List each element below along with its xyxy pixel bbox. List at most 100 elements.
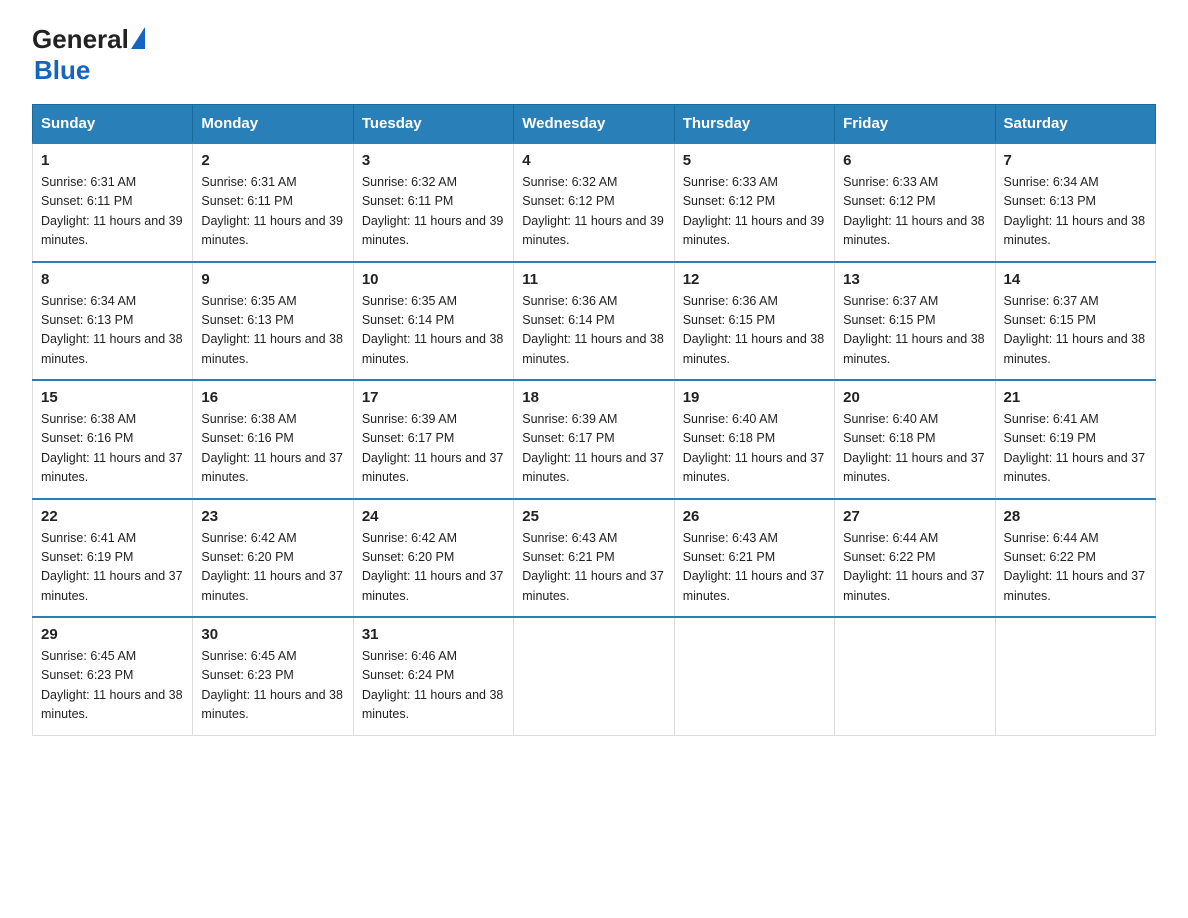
calendar-cell: 14 Sunrise: 6:37 AMSunset: 6:15 PMDaylig…	[995, 262, 1155, 381]
logo-general: General	[32, 24, 129, 55]
calendar-week-row: 15 Sunrise: 6:38 AMSunset: 6:16 PMDaylig…	[33, 380, 1156, 499]
day-number: 30	[201, 626, 344, 643]
calendar-cell	[995, 617, 1155, 735]
calendar-cell: 9 Sunrise: 6:35 AMSunset: 6:13 PMDayligh…	[193, 262, 353, 381]
calendar-cell: 15 Sunrise: 6:38 AMSunset: 6:16 PMDaylig…	[33, 380, 193, 499]
calendar-cell: 24 Sunrise: 6:42 AMSunset: 6:20 PMDaylig…	[353, 499, 513, 618]
calendar-week-row: 8 Sunrise: 6:34 AMSunset: 6:13 PMDayligh…	[33, 262, 1156, 381]
day-info: Sunrise: 6:40 AMSunset: 6:18 PMDaylight:…	[683, 412, 825, 484]
calendar-cell: 19 Sunrise: 6:40 AMSunset: 6:18 PMDaylig…	[674, 380, 834, 499]
calendar-cell: 31 Sunrise: 6:46 AMSunset: 6:24 PMDaylig…	[353, 617, 513, 735]
day-number: 18	[522, 389, 665, 406]
day-info: Sunrise: 6:32 AMSunset: 6:12 PMDaylight:…	[522, 175, 664, 247]
day-info: Sunrise: 6:34 AMSunset: 6:13 PMDaylight:…	[41, 294, 183, 366]
day-info: Sunrise: 6:38 AMSunset: 6:16 PMDaylight:…	[41, 412, 183, 484]
day-info: Sunrise: 6:37 AMSunset: 6:15 PMDaylight:…	[1004, 294, 1146, 366]
calendar-cell: 12 Sunrise: 6:36 AMSunset: 6:15 PMDaylig…	[674, 262, 834, 381]
calendar-cell: 1 Sunrise: 6:31 AMSunset: 6:11 PMDayligh…	[33, 143, 193, 262]
day-number: 9	[201, 271, 344, 288]
weekday-header-thursday: Thursday	[674, 105, 834, 144]
day-info: Sunrise: 6:39 AMSunset: 6:17 PMDaylight:…	[522, 412, 664, 484]
day-info: Sunrise: 6:41 AMSunset: 6:19 PMDaylight:…	[1004, 412, 1146, 484]
day-info: Sunrise: 6:43 AMSunset: 6:21 PMDaylight:…	[683, 531, 825, 603]
calendar-cell: 30 Sunrise: 6:45 AMSunset: 6:23 PMDaylig…	[193, 617, 353, 735]
calendar-cell	[514, 617, 674, 735]
calendar-cell	[674, 617, 834, 735]
calendar-cell: 8 Sunrise: 6:34 AMSunset: 6:13 PMDayligh…	[33, 262, 193, 381]
day-info: Sunrise: 6:45 AMSunset: 6:23 PMDaylight:…	[201, 649, 343, 721]
calendar-cell: 11 Sunrise: 6:36 AMSunset: 6:14 PMDaylig…	[514, 262, 674, 381]
day-number: 24	[362, 508, 505, 525]
day-info: Sunrise: 6:42 AMSunset: 6:20 PMDaylight:…	[362, 531, 504, 603]
day-info: Sunrise: 6:37 AMSunset: 6:15 PMDaylight:…	[843, 294, 985, 366]
calendar-cell: 27 Sunrise: 6:44 AMSunset: 6:22 PMDaylig…	[835, 499, 995, 618]
calendar-cell: 20 Sunrise: 6:40 AMSunset: 6:18 PMDaylig…	[835, 380, 995, 499]
logo: General Blue	[32, 24, 145, 86]
day-info: Sunrise: 6:38 AMSunset: 6:16 PMDaylight:…	[201, 412, 343, 484]
calendar-cell: 25 Sunrise: 6:43 AMSunset: 6:21 PMDaylig…	[514, 499, 674, 618]
day-info: Sunrise: 6:33 AMSunset: 6:12 PMDaylight:…	[843, 175, 985, 247]
day-info: Sunrise: 6:46 AMSunset: 6:24 PMDaylight:…	[362, 649, 504, 721]
calendar-cell: 22 Sunrise: 6:41 AMSunset: 6:19 PMDaylig…	[33, 499, 193, 618]
day-info: Sunrise: 6:42 AMSunset: 6:20 PMDaylight:…	[201, 531, 343, 603]
weekday-header-friday: Friday	[835, 105, 995, 144]
day-info: Sunrise: 6:33 AMSunset: 6:12 PMDaylight:…	[683, 175, 825, 247]
day-number: 15	[41, 389, 184, 406]
calendar-cell: 21 Sunrise: 6:41 AMSunset: 6:19 PMDaylig…	[995, 380, 1155, 499]
day-info: Sunrise: 6:40 AMSunset: 6:18 PMDaylight:…	[843, 412, 985, 484]
page-header: General Blue	[32, 24, 1156, 86]
calendar-cell: 3 Sunrise: 6:32 AMSunset: 6:11 PMDayligh…	[353, 143, 513, 262]
day-number: 3	[362, 152, 505, 169]
day-info: Sunrise: 6:34 AMSunset: 6:13 PMDaylight:…	[1004, 175, 1146, 247]
day-number: 25	[522, 508, 665, 525]
day-number: 22	[41, 508, 184, 525]
day-info: Sunrise: 6:36 AMSunset: 6:14 PMDaylight:…	[522, 294, 664, 366]
calendar-cell: 16 Sunrise: 6:38 AMSunset: 6:16 PMDaylig…	[193, 380, 353, 499]
day-number: 26	[683, 508, 826, 525]
calendar-cell: 6 Sunrise: 6:33 AMSunset: 6:12 PMDayligh…	[835, 143, 995, 262]
day-number: 20	[843, 389, 986, 406]
calendar-week-row: 1 Sunrise: 6:31 AMSunset: 6:11 PMDayligh…	[33, 143, 1156, 262]
day-info: Sunrise: 6:44 AMSunset: 6:22 PMDaylight:…	[843, 531, 985, 603]
day-number: 4	[522, 152, 665, 169]
calendar-cell: 26 Sunrise: 6:43 AMSunset: 6:21 PMDaylig…	[674, 499, 834, 618]
day-number: 12	[683, 271, 826, 288]
day-info: Sunrise: 6:43 AMSunset: 6:21 PMDaylight:…	[522, 531, 664, 603]
calendar-cell: 29 Sunrise: 6:45 AMSunset: 6:23 PMDaylig…	[33, 617, 193, 735]
weekday-header-monday: Monday	[193, 105, 353, 144]
day-info: Sunrise: 6:35 AMSunset: 6:13 PMDaylight:…	[201, 294, 343, 366]
day-info: Sunrise: 6:36 AMSunset: 6:15 PMDaylight:…	[683, 294, 825, 366]
calendar-week-row: 29 Sunrise: 6:45 AMSunset: 6:23 PMDaylig…	[33, 617, 1156, 735]
calendar-cell: 7 Sunrise: 6:34 AMSunset: 6:13 PMDayligh…	[995, 143, 1155, 262]
day-number: 23	[201, 508, 344, 525]
day-number: 8	[41, 271, 184, 288]
calendar-cell: 10 Sunrise: 6:35 AMSunset: 6:14 PMDaylig…	[353, 262, 513, 381]
calendar-cell: 18 Sunrise: 6:39 AMSunset: 6:17 PMDaylig…	[514, 380, 674, 499]
day-number: 5	[683, 152, 826, 169]
day-number: 17	[362, 389, 505, 406]
calendar-cell: 13 Sunrise: 6:37 AMSunset: 6:15 PMDaylig…	[835, 262, 995, 381]
day-number: 29	[41, 626, 184, 643]
calendar-cell	[835, 617, 995, 735]
day-number: 31	[362, 626, 505, 643]
day-info: Sunrise: 6:32 AMSunset: 6:11 PMDaylight:…	[362, 175, 504, 247]
weekday-header-wednesday: Wednesday	[514, 105, 674, 144]
day-info: Sunrise: 6:35 AMSunset: 6:14 PMDaylight:…	[362, 294, 504, 366]
calendar-cell: 17 Sunrise: 6:39 AMSunset: 6:17 PMDaylig…	[353, 380, 513, 499]
day-number: 2	[201, 152, 344, 169]
weekday-header-saturday: Saturday	[995, 105, 1155, 144]
logo-blue: Blue	[34, 55, 90, 85]
day-number: 16	[201, 389, 344, 406]
day-info: Sunrise: 6:31 AMSunset: 6:11 PMDaylight:…	[201, 175, 343, 247]
calendar-week-row: 22 Sunrise: 6:41 AMSunset: 6:19 PMDaylig…	[33, 499, 1156, 618]
logo-triangle-icon	[131, 27, 145, 49]
weekday-header-row: SundayMondayTuesdayWednesdayThursdayFrid…	[33, 105, 1156, 144]
day-number: 10	[362, 271, 505, 288]
day-number: 28	[1004, 508, 1147, 525]
day-number: 27	[843, 508, 986, 525]
day-number: 7	[1004, 152, 1147, 169]
calendar-cell: 2 Sunrise: 6:31 AMSunset: 6:11 PMDayligh…	[193, 143, 353, 262]
day-number: 13	[843, 271, 986, 288]
day-number: 11	[522, 271, 665, 288]
calendar-table: SundayMondayTuesdayWednesdayThursdayFrid…	[32, 104, 1156, 736]
